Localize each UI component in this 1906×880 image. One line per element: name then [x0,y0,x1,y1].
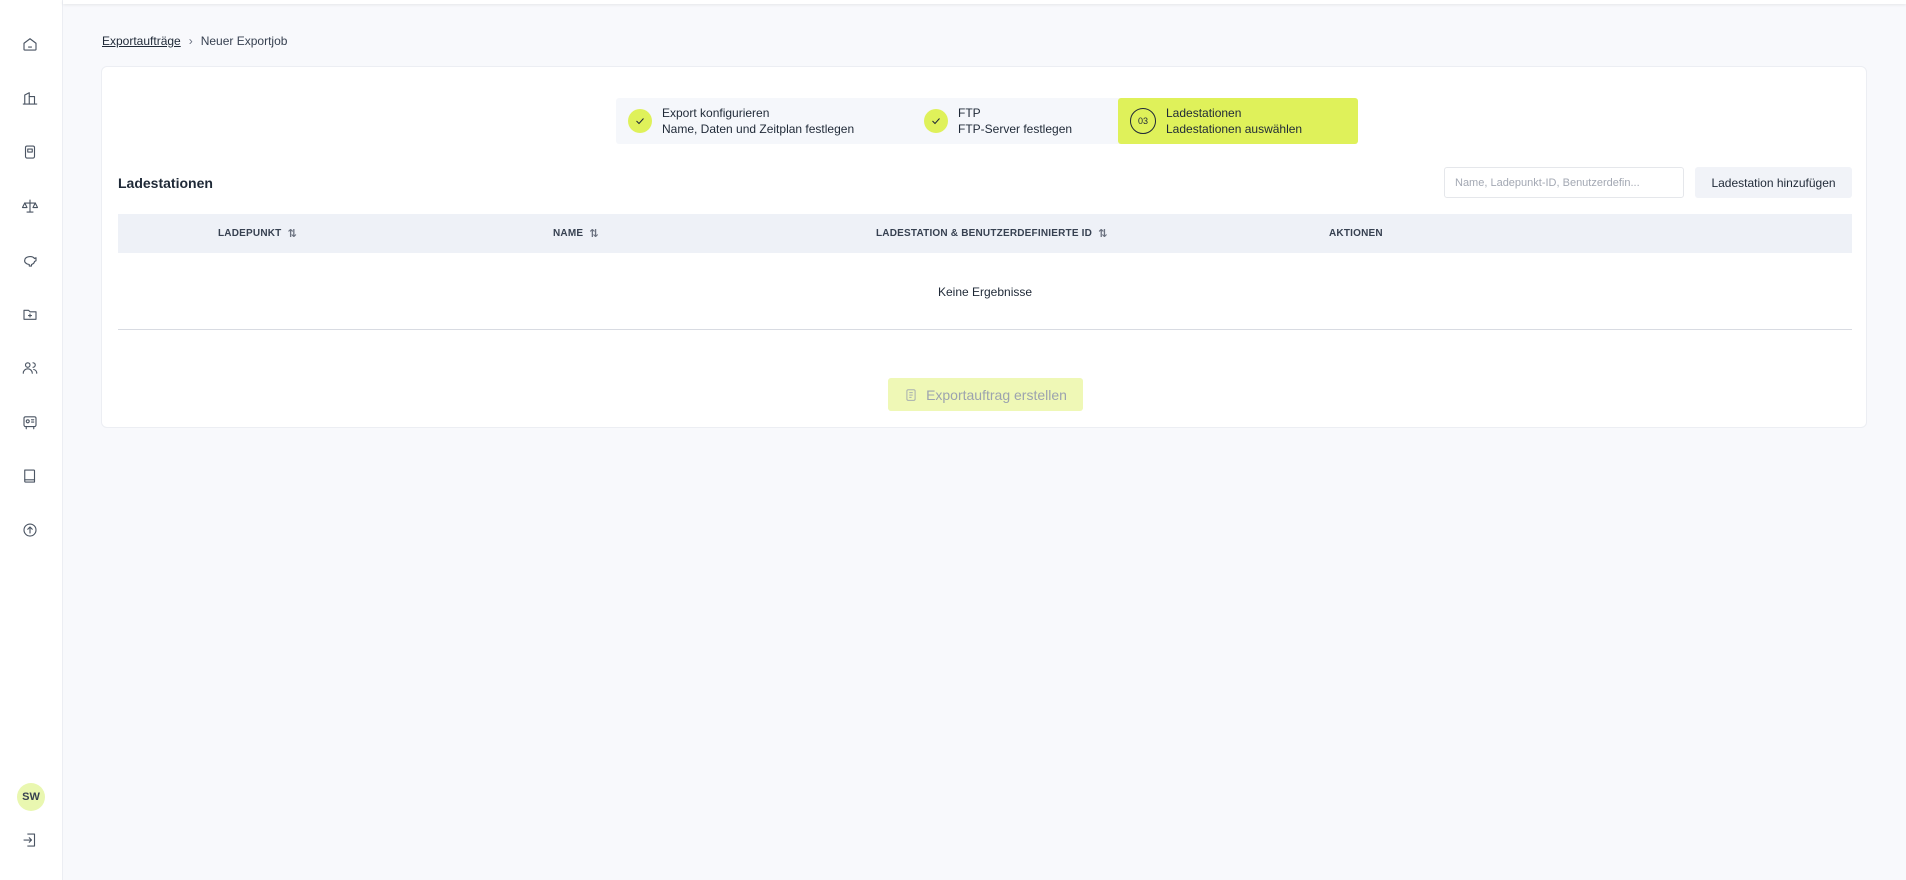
step-number-badge: 03 [1130,108,1156,134]
column-header-ladepunkt[interactable]: LADEPUNKT ⇅ [218,214,297,253]
sidebar: SW [0,0,63,880]
content-card: Export konfigurieren Name, Daten und Zei… [101,66,1867,428]
step-title: Export konfigurieren [662,106,770,120]
chevron-right-icon: › [188,34,193,48]
step-title: FTP [958,106,981,120]
step-subtitle: Ladestationen auswählen [1166,122,1303,136]
divider [118,329,1852,330]
breadcrumb: Exportaufträge › Neuer Exportjob [102,34,287,48]
topbar [63,0,1906,4]
sort-icon[interactable]: ⇅ [1098,227,1107,240]
vending-icon[interactable] [18,410,42,434]
breadcrumb-parent-link[interactable]: Exportaufträge [102,34,181,48]
users-icon[interactable] [18,356,42,380]
check-icon [924,109,948,133]
document-icon [906,388,916,401]
upload-icon[interactable] [18,518,42,542]
scale-icon[interactable] [18,194,42,218]
piggy-bank-icon[interactable] [18,248,42,272]
search-input[interactable] [1444,167,1684,198]
column-header-name[interactable]: NAME ⇅ [553,214,599,253]
stepper: Export konfigurieren Name, Daten und Zei… [616,98,1358,144]
step-ftp[interactable]: FTP FTP-Server festlegen [912,98,1118,144]
column-header-aktionen: AKTIONEN [1329,228,1383,239]
charger-icon[interactable] [18,140,42,164]
logout-icon[interactable] [18,828,42,852]
add-charging-station-button[interactable]: Ladestation hinzufügen [1695,167,1852,198]
buildings-icon[interactable] [18,86,42,110]
section-title: Ladestationen [118,175,213,191]
sort-icon[interactable]: ⇅ [589,227,598,240]
book-icon[interactable] [18,464,42,488]
folder-icon[interactable] [18,302,42,326]
step-subtitle: Name, Daten und Zeitplan festlegen [662,122,855,136]
sort-icon[interactable]: ⇅ [287,227,296,240]
step-title: Ladestationen [1166,106,1242,120]
empty-state-text: Keine Ergebnisse [937,285,1033,299]
step-export-config[interactable]: Export konfigurieren Name, Daten und Zei… [616,98,912,144]
step-ladestationen[interactable]: 03 Ladestationen Ladestationen auswählen [1118,98,1358,144]
breadcrumb-current: Neuer Exportjob [200,34,288,48]
create-export-job-button[interactable]: Exportauftrag erstellen [888,378,1083,411]
table-header: LADEPUNKT ⇅ NAME ⇅ LADESTATION & BENUTZERD… [118,214,1852,253]
check-icon [628,109,652,133]
step-subtitle: FTP-Server festlegen [958,122,1073,136]
create-button-label: Exportauftrag erstellen [926,386,1067,403]
avatar[interactable]: SW [17,783,45,811]
column-header-ladestation-id[interactable]: LADESTATION & BENUTZERDEFINIERTE ID ⇅ [876,214,1108,253]
home-icon[interactable] [18,32,42,56]
